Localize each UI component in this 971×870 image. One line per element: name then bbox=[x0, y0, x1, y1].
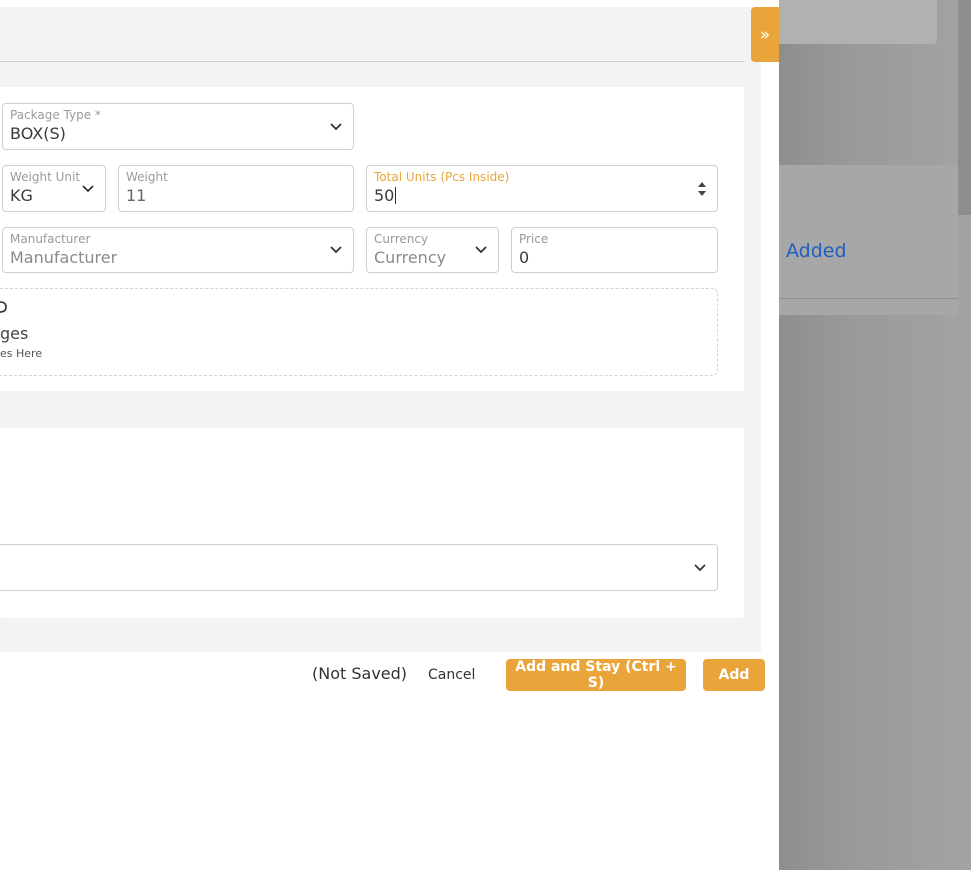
price-value: 0 bbox=[519, 248, 530, 267]
price-label: Price bbox=[519, 232, 549, 246]
background-search-bar bbox=[779, 0, 937, 44]
upload-icon bbox=[0, 301, 7, 313]
package-type-value: BOX(S) bbox=[10, 124, 66, 143]
weight-unit-value: KG bbox=[10, 186, 33, 205]
secondary-select[interactable] bbox=[0, 544, 718, 591]
background-scrollbar bbox=[958, 0, 971, 215]
price-input[interactable]: Price 0 bbox=[511, 227, 718, 273]
weight-unit-label: Weight Unit bbox=[10, 170, 81, 184]
double-chevron-right-icon: » bbox=[759, 24, 771, 45]
drawer-header-divider bbox=[0, 61, 744, 62]
cancel-button[interactable]: Cancel bbox=[420, 665, 483, 685]
total-units-label: Total Units (Pcs Inside) bbox=[374, 170, 510, 184]
chevron-down-icon bbox=[694, 563, 706, 571]
total-units-value: 50 bbox=[374, 186, 395, 205]
weight-value: 11 bbox=[126, 186, 147, 205]
weight-label: Weight bbox=[126, 170, 168, 184]
chevron-down-icon bbox=[82, 184, 94, 192]
weight-unit-select[interactable]: Weight Unit KG bbox=[2, 165, 106, 212]
secondary-card bbox=[0, 428, 744, 618]
dropzone-title: ges bbox=[0, 324, 29, 343]
package-type-select[interactable]: Package Type * BOX(S) bbox=[2, 103, 354, 150]
background-page bbox=[779, 0, 971, 870]
chevron-down-icon bbox=[475, 246, 487, 254]
chevron-down-icon bbox=[330, 246, 342, 254]
collapse-drawer-button[interactable]: » bbox=[751, 7, 779, 62]
total-units-input[interactable]: Total Units (Pcs Inside) 50 bbox=[366, 165, 718, 212]
add-package-drawer: Package Type * BOX(S) Weight Unit KG Wei… bbox=[0, 0, 779, 870]
background-card-divider bbox=[779, 298, 958, 299]
currency-placeholder: Currency bbox=[374, 248, 447, 267]
background-added-text: Added bbox=[786, 240, 847, 262]
manufacturer-placeholder: Manufacturer bbox=[10, 248, 118, 267]
number-spinner-icon[interactable] bbox=[696, 180, 708, 198]
save-status: (Not Saved) bbox=[312, 664, 408, 683]
weight-input[interactable]: Weight 11 bbox=[118, 165, 354, 212]
package-type-label: Package Type * bbox=[10, 108, 101, 122]
chevron-down-icon bbox=[330, 122, 342, 130]
text-caret bbox=[395, 187, 397, 204]
manufacturer-select[interactable]: Manufacturer Manufacturer bbox=[2, 227, 354, 273]
add-button[interactable]: Add bbox=[703, 659, 765, 691]
dropzone-subtitle: es Here bbox=[0, 347, 43, 360]
total-units-value-wrap: 50 bbox=[374, 186, 397, 205]
currency-label: Currency bbox=[374, 232, 429, 246]
add-and-stay-button[interactable]: Add and Stay (Ctrl + S) bbox=[506, 659, 686, 691]
manufacturer-label: Manufacturer bbox=[10, 232, 91, 246]
image-dropzone[interactable] bbox=[0, 288, 718, 376]
currency-select[interactable]: Currency Currency bbox=[366, 227, 499, 273]
